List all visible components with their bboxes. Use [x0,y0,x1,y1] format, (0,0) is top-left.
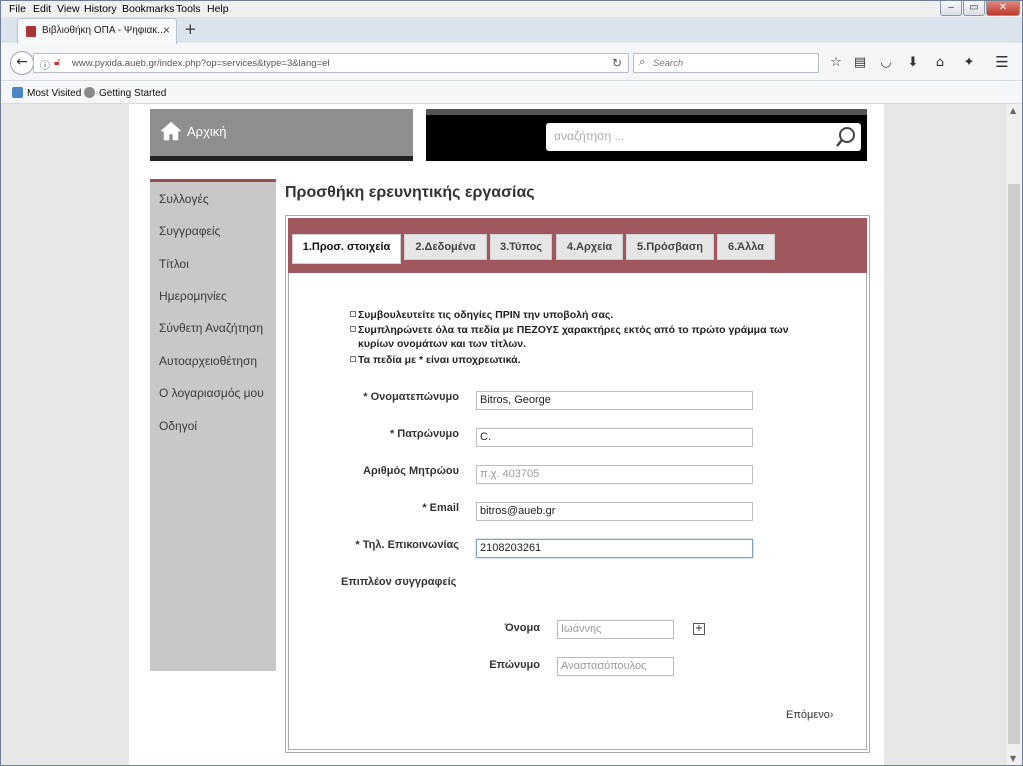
sidebar-item-advanced-search[interactable]: Σύνθετη Αναζήτηση [159,321,263,335]
reload-icon[interactable]: ↻ [612,56,622,70]
menu-bookmarks[interactable]: Bookmarks [122,3,175,15]
favicon-icon [26,26,36,37]
menu-edit[interactable]: Edit [33,3,51,15]
tab-library[interactable]: Βιβλιοθήκη ΟΠΑ - Ψηφιακ... × [17,18,177,44]
add-coauthor-button[interactable]: + [693,623,705,635]
coauthors-heading: Επιπλέον συγγραφείς [341,576,457,588]
house-icon [160,121,182,141]
pocket-icon[interactable]: ◡ [878,55,894,70]
email-field[interactable]: bitros@aueb.gr [476,502,753,521]
scroll-up-icon[interactable]: ▲ [1010,106,1016,115]
scroll-down-icon[interactable]: ▼ [1010,754,1016,763]
navigation-toolbar: ← ⓘ 🔓︎ www.pyxida.aueb.gr/index.php?op=s… [1,44,1022,81]
sidebar-item-authors[interactable]: Συγγραφείς [159,224,220,238]
tab-data[interactable]: 2.Δεδομένα [404,234,487,260]
note-item: Συμπληρώνετε όλα τα πεδία με ΠΕΖΟΥΣ χαρα… [350,323,820,351]
tab-strip: Βιβλιοθήκη ΟΠΑ - Ψηφιακ... × + [1,17,1022,44]
home-bar[interactable]: Αρχική [150,109,413,161]
url-bar[interactable]: ⓘ 🔓︎ www.pyxida.aueb.gr/index.php?op=ser… [33,53,629,73]
bookmarks-folder-icon [12,87,23,98]
fullname-field[interactable]: Bitros, George [476,391,753,410]
info-icon[interactable]: ⓘ [40,57,50,72]
home-icon[interactable]: ⌂ [932,55,948,70]
coauthor-first-label: Όνομα [504,622,540,634]
url-text[interactable]: www.pyxida.aueb.gr/index.php?op=services… [72,58,329,69]
browser-window: File Edit View History Bookmarks Tools H… [0,0,1023,766]
menu-history[interactable]: History [84,3,117,15]
note-item: Τα πεδία με * είναι υποχρεωτικά. [350,353,820,367]
coauthor-first-field[interactable]: Ιωάννης [557,620,674,639]
menu-view[interactable]: View [57,3,80,15]
tab-access[interactable]: 5.Πρόσβαση [626,234,714,260]
site-search-input[interactable]: αναζήτηση ... [546,123,861,151]
browser-search-placeholder: Search [653,58,684,69]
page-viewport: Αρχική αναζήτηση ... Συλλογές Συγγραφείς… [1,104,1005,765]
scroll-thumb[interactable] [1008,184,1020,744]
tab-title: Βιβλιοθήκη ΟΠΑ - Ψηφιακ... [42,25,166,36]
bullet-box-icon [350,356,356,362]
bullet-box-icon [350,326,356,332]
site-search-placeholder: αναζήτηση ... [554,129,625,143]
menu-file[interactable]: File [9,3,26,15]
site-search-bar: αναζήτηση ... [426,109,867,161]
magnifier-icon[interactable] [835,126,857,148]
menu-help[interactable]: Help [207,3,229,15]
tab-close-icon[interactable]: × [163,23,170,37]
sidebar-item-self-archiving[interactable]: Αυτοαρχειοθέτηση [159,354,257,368]
bookmarks-toolbar: Most Visited Getting Started [1,82,1022,104]
sidebar-item-titles[interactable]: Τίτλοι [159,257,189,271]
home-label[interactable]: Αρχική [187,124,227,139]
email-label: * Email [422,502,459,514]
sidebar-nav: Συλλογές Συγγραφείς Τίτλοι Ημερομηνίες Σ… [150,179,276,671]
insecure-lock-icon[interactable]: 🔓︎ [54,57,60,68]
bullet-box-icon [350,311,356,317]
bookmark-most-visited[interactable]: Most Visited [12,87,81,99]
coauthor-last-field[interactable]: Αναστασόπουλος [557,657,674,676]
fathername-field[interactable]: C. [476,428,753,447]
page-content: Αρχική αναζήτηση ... Συλλογές Συγγραφείς… [129,104,884,765]
phone-field[interactable]: 2108203261 [476,539,753,558]
form-body: Συμβουλευτείτε τις οδηγίες ΠΡΙΝ την υποβ… [288,273,867,750]
menu-tools[interactable]: Tools [176,3,201,15]
sidebar-item-guides[interactable]: Οδηγοί [159,419,197,433]
note-item: Συμβουλευτείτε τις οδηγίες ΠΡΙΝ την υποβ… [350,308,820,322]
tab-other[interactable]: 6.Άλλα [717,234,775,260]
regnum-field[interactable]: π.χ. 403705 [476,465,753,484]
downloads-icon[interactable]: ⬇ [905,55,921,70]
next-button[interactable]: Επόμενο› [786,709,834,721]
page-title: Προσθήκη ερευνητικής εργασίας [285,184,535,201]
fathername-label: * Πατρώνυμο [389,428,459,440]
vertical-scrollbar[interactable]: ▲ ▼ [1005,104,1022,765]
submission-form: 1.Προσ. στοιχεία 2.Δεδομένα 3.Τύπος 4.Αρ… [285,215,870,753]
phone-label: * Τηλ. Επικοινωνίας [355,539,459,551]
coauthor-last-label: Επώνυμο [489,659,540,671]
maximize-button[interactable]: ▭ [963,1,985,16]
new-tab-button[interactable]: + [184,20,197,38]
step-tabs-bar: 1.Προσ. στοιχεία 2.Δεδομένα 3.Τύπος 4.Αρ… [288,218,867,273]
search-icon: ⌕ [639,56,646,68]
regnum-label: Αριθμός Μητρώου [363,465,459,477]
chevron-right-icon: › [829,709,834,721]
tab-type[interactable]: 3.Τύπος [490,234,552,260]
bookmark-star-icon[interactable]: ☆ [828,55,844,70]
menu-bar: File Edit View History Bookmarks Tools H… [1,1,1022,17]
back-button[interactable]: ← [10,51,34,75]
sidebar-item-collections[interactable]: Συλλογές [159,192,209,206]
minimize-button[interactable]: – [940,1,962,16]
sidebar-item-my-account[interactable]: Ο λογαριασμός μου [159,386,264,400]
next-label[interactable]: Επόμενο [786,709,830,721]
hamburger-menu-icon[interactable]: ☰ [994,53,1010,71]
tab-files[interactable]: 4.Αρχεία [556,234,623,260]
fullname-label: * Ονοματεπώνυμο [363,391,459,403]
tab-personal-info[interactable]: 1.Προσ. στοιχεία [292,234,401,264]
bookmark-getting-started[interactable]: Getting Started [84,87,166,99]
sidebar-item-dates[interactable]: Ημερομηνίες [159,289,227,303]
browser-search-box[interactable]: ⌕ Search [633,53,819,73]
globe-icon [84,87,95,98]
reading-list-icon[interactable]: ▤ [852,55,868,70]
close-window-button[interactable]: ✕ [986,1,1020,16]
extension-icon[interactable]: ✦ [961,55,977,70]
